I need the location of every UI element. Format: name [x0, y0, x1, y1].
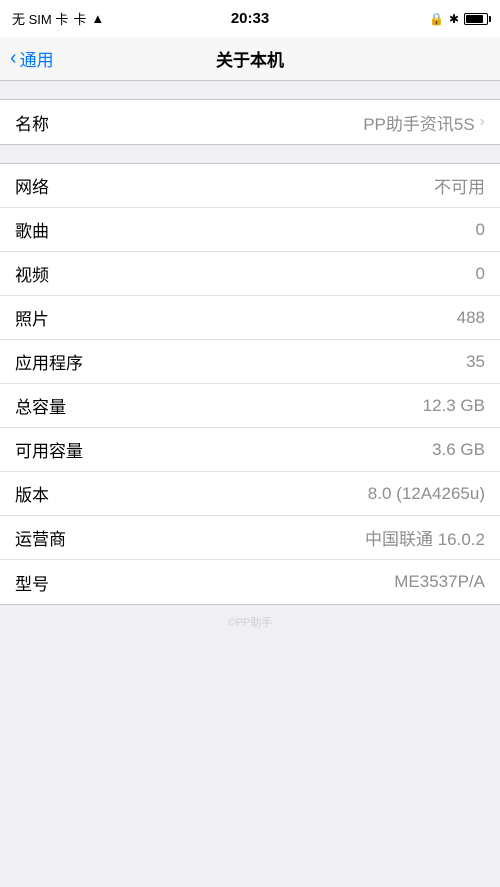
table-row: 型号 ME3537P/A — [0, 560, 500, 604]
name-group: 名称 PP助手资讯5S › — [0, 99, 500, 145]
row-value-songs: 0 — [476, 220, 485, 240]
row-label-photos: 照片 — [15, 305, 49, 330]
row-label-videos: 视频 — [15, 261, 49, 286]
battery-fill — [466, 15, 483, 23]
table-row: 总容量 12.3 GB — [0, 384, 500, 428]
back-button[interactable]: ‹ 通用 — [10, 46, 54, 71]
row-value-photos: 488 — [457, 308, 485, 328]
row-label-carrier: 运营商 — [15, 525, 66, 550]
row-value-videos: 0 — [476, 264, 485, 284]
row-label-total-capacity: 总容量 — [15, 393, 66, 418]
row-value-version: 8.0 (12A4265u) — [368, 484, 485, 504]
name-value-text: PP助手资讯5S — [363, 110, 474, 135]
lock-icon: 🔒 — [429, 12, 444, 26]
status-left: 无 SIM 卡 卡 ▲ — [12, 9, 104, 28]
stats-group: 网络 不可用 歌曲 0 视频 0 照片 488 应用程序 35 总容量 12.3… — [0, 163, 500, 605]
table-row: 版本 8.0 (12A4265u) — [0, 472, 500, 516]
row-label-version: 版本 — [15, 481, 49, 506]
battery-icon — [464, 13, 488, 25]
row-value-model: ME3537P/A — [394, 572, 485, 592]
table-row: 运营商 中国联通 16.0.2 — [0, 516, 500, 560]
page-title: 关于本机 — [216, 46, 284, 71]
row-value-total-capacity: 12.3 GB — [423, 396, 485, 416]
table-row: 视频 0 — [0, 252, 500, 296]
row-value-available: 3.6 GB — [432, 440, 485, 460]
row-value-apps: 35 — [466, 352, 485, 372]
table-row: 歌曲 0 — [0, 208, 500, 252]
navigation-bar: ‹ 通用 关于本机 — [0, 37, 500, 81]
back-chevron-icon: ‹ — [10, 48, 17, 68]
status-right: 🔒 ✱ — [429, 12, 488, 26]
row-label-name: 名称 — [15, 110, 49, 135]
chevron-right-icon: › — [480, 113, 485, 131]
row-label-network: 网络 — [15, 173, 49, 198]
status-time: 20:33 — [231, 10, 269, 27]
carrier-label: 无 SIM 卡 — [12, 9, 68, 28]
bluetooth-icon: ✱ — [449, 12, 459, 26]
table-row: 可用容量 3.6 GB — [0, 428, 500, 472]
row-value-name: PP助手资讯5S › — [363, 110, 485, 135]
table-row: 照片 488 — [0, 296, 500, 340]
sim-icon: 卡 — [73, 9, 86, 28]
row-value-network: 不可用 — [434, 173, 485, 198]
row-label-model: 型号 — [15, 570, 49, 595]
wifi-icon: ▲ — [91, 11, 104, 26]
table-row: 应用程序 35 — [0, 340, 500, 384]
row-label-available: 可用容量 — [15, 437, 83, 462]
watermark: ©PP助手 — [228, 617, 273, 629]
status-bar: 无 SIM 卡 卡 ▲ 20:33 🔒 ✱ — [0, 0, 500, 37]
settings-section: 名称 PP助手资讯5S › 网络 不可用 歌曲 0 视频 0 照片 488 应用… — [0, 99, 500, 605]
table-row: 网络 不可用 — [0, 164, 500, 208]
table-row[interactable]: 名称 PP助手资讯5S › — [0, 100, 500, 144]
row-label-apps: 应用程序 — [15, 349, 83, 374]
back-label: 通用 — [20, 46, 54, 71]
row-value-carrier: 中国联通 16.0.2 — [365, 525, 485, 550]
row-label-songs: 歌曲 — [15, 217, 49, 242]
